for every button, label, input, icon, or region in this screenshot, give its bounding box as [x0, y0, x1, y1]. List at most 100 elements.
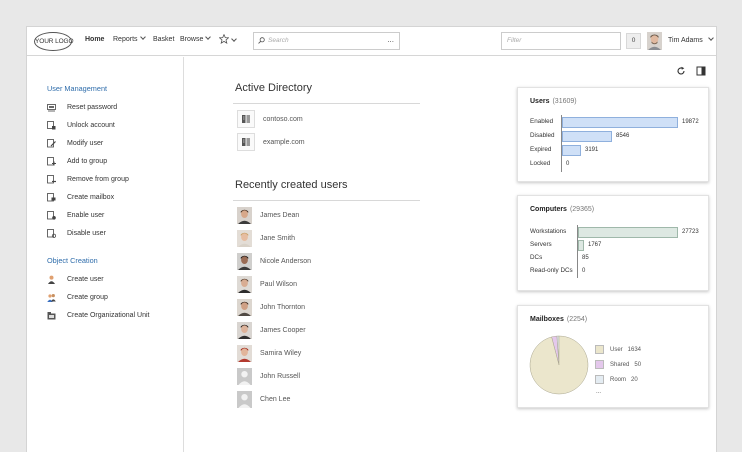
sidebar-item-enable-user[interactable]: Enable user: [47, 209, 104, 221]
user-list-item[interactable]: Chen Lee: [237, 390, 290, 408]
user-list-item[interactable]: Nicole Anderson: [237, 252, 311, 270]
sidebar-item-disable-user[interactable]: Disable user: [47, 227, 106, 239]
enable-user-icon: [47, 210, 56, 220]
user-name-label: Paul Wilson: [260, 280, 297, 288]
legend-swatch: [595, 345, 604, 354]
search-icon: [258, 37, 265, 44]
bar-category-label: Enabled: [530, 118, 554, 125]
bar[interactable]: [562, 145, 581, 156]
user-list-item[interactable]: James Cooper: [237, 321, 306, 339]
sidebar-item-label: Create group: [67, 293, 108, 301]
bar-value-label: 27723: [682, 229, 699, 235]
user-list-item[interactable]: Samira Wiley: [237, 344, 301, 362]
chevron-down-icon: [205, 34, 212, 40]
sidebar-item-create-ou[interactable]: Create Organizational Unit: [47, 309, 150, 321]
widget-title-text: Mailboxes: [530, 316, 564, 323]
top-bar: YOUR LOGO Home Reports Basket Browse Sea…: [27, 27, 716, 56]
sidebar-item-label: Unlock account: [67, 121, 115, 129]
bar-value-label: 3191: [585, 147, 599, 153]
bar-category-label: Workstations: [530, 228, 567, 235]
recent-users-title: Recently created users: [235, 179, 348, 191]
bar-value-label: 85: [582, 255, 589, 261]
sidebar-item-label: Create user: [67, 275, 104, 283]
sidebar-item-label: Enable user: [67, 211, 105, 219]
bar-category-label: DCs: [530, 254, 543, 261]
bar-value-label: 8546: [616, 133, 630, 139]
user-avatar: [237, 298, 252, 316]
user-name-label: John Russell: [260, 372, 301, 380]
divider: [233, 200, 420, 201]
bar[interactable]: [578, 227, 678, 238]
search-options-button[interactable]: ...: [387, 35, 394, 44]
bar[interactable]: [578, 240, 584, 251]
computers-widget-title: Computers (29365): [530, 206, 594, 213]
user-name-label: John Thornton: [260, 303, 306, 311]
bar-category-label: Read-only DCs: [530, 267, 573, 274]
sidebar-item-remove-from-group[interactable]: Remove from group: [47, 173, 129, 185]
pie-slice[interactable]: [529, 335, 589, 395]
logo[interactable]: YOUR LOGO: [34, 32, 74, 51]
search-input[interactable]: Search ...: [253, 32, 400, 50]
sidebar-item-modify-user[interactable]: Modify user: [47, 137, 103, 149]
bar-value-label: 1767: [588, 242, 602, 248]
user-name: Tim Adams: [668, 37, 703, 44]
domain-item[interactable]: contoso.com: [237, 110, 303, 128]
legend-item: Shared 50: [595, 360, 641, 369]
user-avatar: [237, 252, 252, 270]
mailbox-icon: [47, 192, 56, 201]
organizational-unit-icon: [47, 311, 56, 319]
sidebar-item-unlock-account[interactable]: Unlock account: [47, 119, 115, 131]
sidebar: User Management Reset password Unlock ac…: [27, 57, 184, 452]
user-list-item[interactable]: Paul Wilson: [237, 275, 297, 293]
default-avatar-icon: [237, 367, 252, 385]
domain-item[interactable]: example.com: [237, 133, 305, 151]
user-list-item[interactable]: James Dean: [237, 206, 299, 224]
nav-reports[interactable]: Reports: [113, 34, 146, 43]
nav-basket[interactable]: Basket: [153, 36, 174, 43]
sidebar-item-reset-password[interactable]: Reset password: [47, 101, 117, 113]
legend-item: User 1634: [595, 345, 641, 354]
divider: [233, 103, 420, 104]
user-name-label: Nicole Anderson: [260, 257, 311, 265]
disable-user-icon: [47, 228, 56, 238]
sidebar-item-label: Remove from group: [67, 175, 129, 183]
sidebar-item-add-to-group[interactable]: Add to group: [47, 155, 107, 167]
legend-label: Room: [610, 376, 627, 383]
basket-count-badge[interactable]: 0: [626, 33, 641, 49]
sidebar-item-create-group[interactable]: Create group: [47, 291, 108, 303]
bar[interactable]: [562, 117, 678, 128]
bar-category-label: Locked: [530, 160, 551, 167]
user-list-item[interactable]: Jane Smith: [237, 229, 295, 247]
sidebar-item-label: Disable user: [67, 229, 106, 237]
widget-title-text: Computers: [530, 206, 567, 213]
legend-more[interactable]: ...: [596, 387, 601, 396]
legend-value: 20: [631, 376, 638, 383]
user-list-item[interactable]: John Thornton: [237, 298, 305, 316]
user-avatar[interactable]: [647, 32, 662, 50]
sidebar-item-label: Create mailbox: [67, 193, 115, 201]
sidebar-heading-user-management: User Management: [47, 84, 108, 93]
add-to-group-icon: [47, 156, 56, 165]
nav-home[interactable]: Home: [85, 36, 104, 43]
user-menu[interactable]: Tim Adams: [668, 35, 714, 44]
chevron-down-icon: [707, 35, 714, 41]
bar-value-label: 19872: [682, 119, 699, 125]
nav-browse-label: Browse: [180, 36, 204, 43]
user-list-item[interactable]: John Russell: [237, 367, 300, 385]
nav-browse[interactable]: Browse: [180, 34, 212, 43]
sidebar-item-create-user[interactable]: Create user: [47, 273, 104, 285]
user-name-label: Samira Wiley: [260, 349, 302, 357]
mailboxes-widget: Mailboxes (2254) User 1634 Shared 50 Room 20..…: [517, 305, 709, 408]
legend-value: 1634: [627, 346, 642, 353]
legend-label: User: [610, 346, 623, 353]
bar-category-label: Servers: [530, 241, 552, 248]
favorites-menu[interactable]: [218, 33, 237, 46]
star-icon: [218, 33, 230, 44]
sidebar-item-create-mailbox[interactable]: Create mailbox: [47, 191, 114, 203]
legend-swatch: [595, 375, 604, 384]
filter-input[interactable]: Filter: [501, 32, 621, 50]
bar[interactable]: [562, 131, 612, 142]
remove-from-group-icon: [47, 174, 56, 183]
layout-toggle-icon[interactable]: [696, 66, 706, 76]
refresh-icon[interactable]: [676, 66, 686, 76]
